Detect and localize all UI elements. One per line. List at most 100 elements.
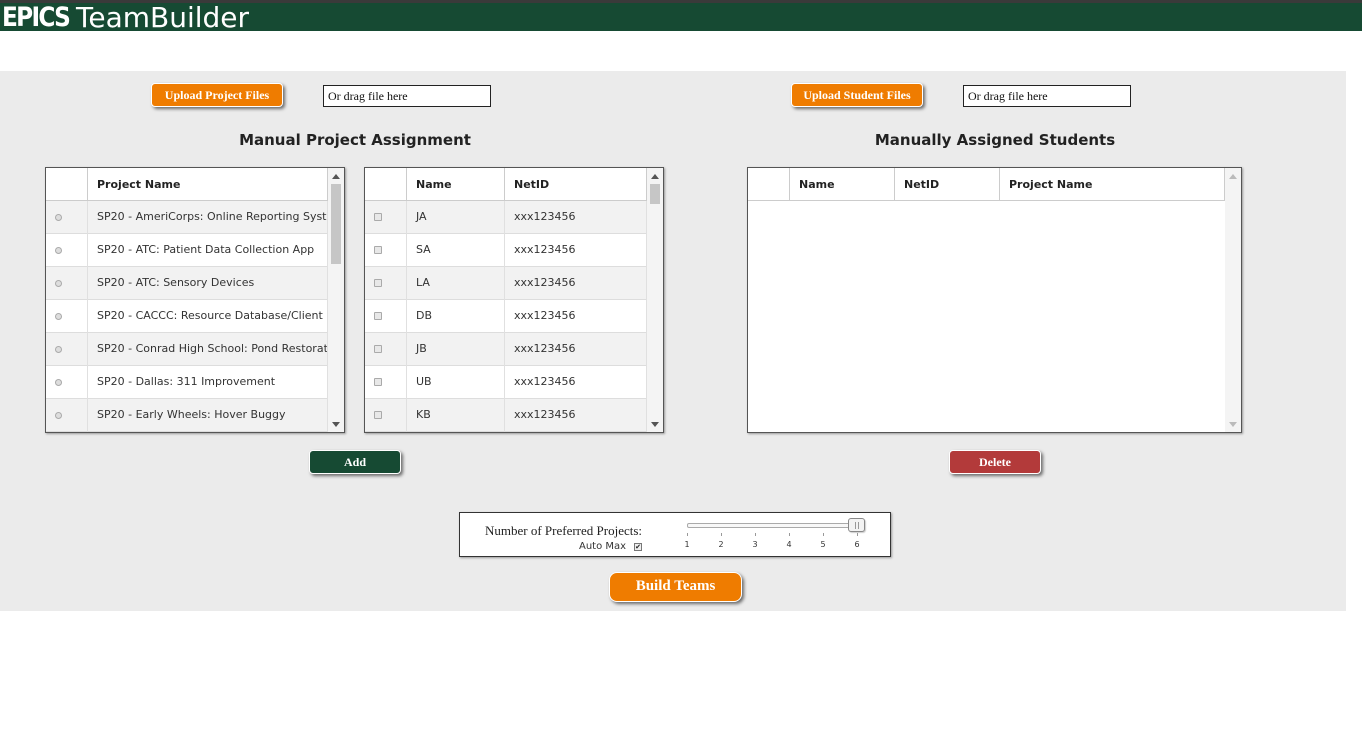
upload-project-files-button[interactable]: Upload Project Files	[151, 83, 283, 107]
radio-button[interactable]	[55, 214, 62, 221]
radio-button[interactable]	[55, 247, 62, 254]
table-row[interactable]: DB xxx123456	[365, 300, 647, 333]
name-column-header[interactable]: Name	[407, 168, 505, 201]
scroll-up-icon[interactable]	[332, 174, 340, 179]
table-row[interactable]: UB xxx123456	[365, 366, 647, 399]
checkbox[interactable]	[374, 246, 382, 254]
project-name-column-header[interactable]: Project Name	[1000, 168, 1225, 201]
build-teams-button[interactable]: Build Teams	[609, 572, 742, 602]
table-row[interactable]: JB xxx123456	[365, 333, 647, 366]
student-name-cell: KB	[407, 399, 505, 432]
slider-tick-label: 1	[684, 540, 690, 549]
preferred-projects-panel: Number of Preferred Projects: Auto Max ✔…	[459, 512, 891, 557]
radio-button[interactable]	[55, 313, 62, 320]
scroll-down-icon[interactable]	[332, 422, 340, 427]
name-column-header[interactable]: Name	[790, 168, 895, 201]
project-name-cell: SP20 - Dallas: 311 Improvement	[88, 366, 328, 399]
table-row[interactable]: SP20 - AmeriCorps: Online Reporting Syst…	[46, 201, 328, 234]
student-netid-cell: xxx123456	[505, 333, 647, 366]
auto-max-checkbox[interactable]: ✔	[634, 543, 642, 551]
checkbox[interactable]	[374, 345, 382, 353]
app-header: EPICS TeamBuilder	[0, 2, 1362, 33]
manual-project-assignment-title: Manual Project Assignment	[239, 131, 471, 149]
student-grid-scrollbar[interactable]	[647, 168, 663, 432]
project-name-cell: SP20 - AmeriCorps: Online Reporting Syst…	[88, 201, 328, 234]
table-row[interactable]: SP20 - Dallas: 311 Improvement	[46, 366, 328, 399]
preferred-projects-slider[interactable]	[687, 523, 865, 528]
table-row[interactable]: KB xxx123456	[365, 399, 647, 432]
slider-tick-label: 4	[786, 540, 792, 549]
project-name-cell: SP20 - Early Wheels: Hover Buggy	[88, 399, 328, 432]
netid-column-header[interactable]: NetID	[505, 168, 647, 201]
scroll-up-icon[interactable]	[1229, 174, 1237, 179]
student-netid-cell: xxx123456	[505, 399, 647, 432]
student-netid-cell: xxx123456	[505, 300, 647, 333]
slider-tick	[857, 533, 858, 536]
table-row[interactable]: SP20 - ATC: Patient Data Collection App	[46, 234, 328, 267]
project-name-cell: SP20 - Conrad High School: Pond Restorat…	[88, 333, 328, 366]
auto-max-label: Auto Max	[579, 541, 627, 552]
radio-button[interactable]	[55, 280, 62, 287]
slider-tick	[721, 533, 722, 536]
project-name-cell: SP20 - ATC: Sensory Devices	[88, 267, 328, 300]
app-logo[interactable]: EPICS TeamBuilder	[2, 2, 249, 33]
project-file-dropzone[interactable]: Or drag file here	[323, 85, 491, 107]
assigned-grid-header: Name NetID Project Name	[748, 168, 1225, 201]
table-row[interactable]: SP20 - Conrad High School: Pond Restorat…	[46, 333, 328, 366]
checkbox[interactable]	[374, 378, 382, 386]
student-netid-cell: xxx123456	[505, 366, 647, 399]
student-name-cell: SA	[407, 234, 505, 267]
student-name-cell: DB	[407, 300, 505, 333]
project-name-cell: SP20 - CACCC: Resource Database/Client F…	[88, 300, 328, 333]
table-row[interactable]: LA xxx123456	[365, 267, 647, 300]
checkbox[interactable]	[374, 411, 382, 419]
project-grid-header: Project Name	[46, 168, 328, 201]
radio-button[interactable]	[55, 412, 62, 419]
table-row[interactable]: SP20 - CACCC: Resource Database/Client F…	[46, 300, 328, 333]
slider-tick	[823, 533, 824, 536]
logo-teambuilder: TeamBuilder	[76, 1, 250, 34]
slider-tick	[789, 533, 790, 536]
select-column-header	[748, 168, 790, 201]
logo-epics: EPICS	[2, 2, 71, 33]
slider-tick	[687, 533, 688, 536]
table-row[interactable]: SP20 - Early Wheels: Hover Buggy	[46, 399, 328, 432]
preferred-projects-label: Number of Preferred Projects:	[485, 523, 643, 538]
slider-tick-label: 3	[752, 540, 758, 549]
radio-button[interactable]	[55, 379, 62, 386]
radio-button[interactable]	[55, 346, 62, 353]
scrollbar-thumb[interactable]	[331, 184, 341, 264]
assigned-students-grid: Name NetID Project Name	[747, 167, 1242, 433]
project-grid-scrollbar[interactable]	[328, 168, 344, 432]
manually-assigned-students-title: Manually Assigned Students	[874, 131, 1116, 149]
project-name-cell: SP20 - ATC: Patient Data Collection App	[88, 234, 328, 267]
netid-column-header[interactable]: NetID	[895, 168, 1000, 201]
student-name-cell: LA	[407, 267, 505, 300]
checkbox[interactable]	[374, 312, 382, 320]
scroll-down-icon[interactable]	[651, 422, 659, 427]
student-netid-cell: xxx123456	[505, 267, 647, 300]
slider-handle[interactable]	[848, 518, 865, 532]
checkbox[interactable]	[374, 279, 382, 287]
scroll-down-icon[interactable]	[1229, 422, 1237, 427]
upload-student-files-button[interactable]: Upload Student Files	[791, 83, 923, 107]
student-file-dropzone[interactable]: Or drag file here	[963, 85, 1131, 107]
project-name-column-header[interactable]: Project Name	[88, 168, 328, 201]
student-netid-cell: xxx123456	[505, 234, 647, 267]
delete-button[interactable]: Delete	[949, 450, 1041, 474]
slider-tick	[755, 533, 756, 536]
table-row[interactable]: SA xxx123456	[365, 234, 647, 267]
select-column-header	[46, 168, 88, 201]
student-name-cell: JA	[407, 201, 505, 234]
add-button[interactable]: Add	[309, 450, 401, 474]
table-row[interactable]: JA xxx123456	[365, 201, 647, 234]
checkbox[interactable]	[374, 213, 382, 221]
student-netid-cell: xxx123456	[505, 201, 647, 234]
slider-tick-label: 6	[854, 540, 860, 549]
table-row[interactable]: SP20 - ATC: Sensory Devices	[46, 267, 328, 300]
scroll-up-icon[interactable]	[651, 174, 659, 179]
assigned-grid-scrollbar[interactable]	[1225, 168, 1241, 432]
select-column-header	[365, 168, 407, 201]
student-grid: Name NetID JA xxx123456 SA xxx123456 LA …	[364, 167, 664, 433]
scrollbar-thumb[interactable]	[650, 184, 660, 204]
